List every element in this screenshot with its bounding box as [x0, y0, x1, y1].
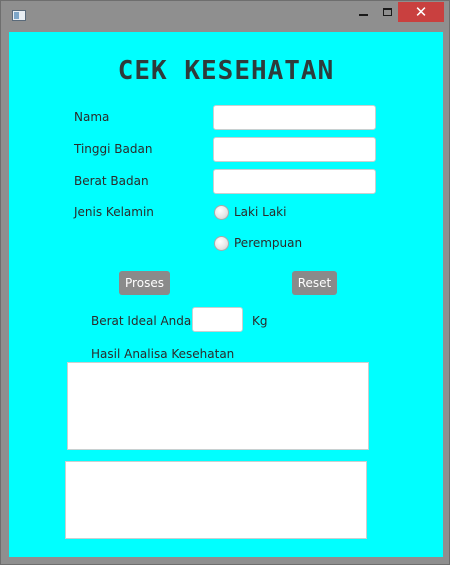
kg-unit-label: Kg: [252, 314, 268, 328]
perempuan-radio[interactable]: [214, 236, 229, 251]
page-title: CEK KESEHATAN: [117, 56, 335, 86]
laki-laki-label[interactable]: Laki Laki: [234, 205, 286, 219]
tinggi-badan-label: Tinggi Badan: [74, 142, 153, 156]
hasil-analisa-label: Hasil Analisa Kesehatan: [91, 347, 235, 361]
minimize-button[interactable]: [349, 2, 377, 22]
title-bar[interactable]: ✕: [1, 1, 449, 31]
maximize-button[interactable]: [377, 2, 397, 22]
secondary-textarea[interactable]: [65, 461, 367, 539]
nama-input[interactable]: [213, 105, 376, 130]
jenis-kelamin-label: Jenis Kelamin: [74, 205, 154, 219]
reset-button[interactable]: Reset: [292, 271, 337, 295]
tinggi-badan-input[interactable]: [213, 137, 376, 162]
app-icon: [12, 10, 26, 21]
minimize-icon: [358, 14, 368, 16]
berat-ideal-field[interactable]: [192, 307, 243, 332]
close-icon: ✕: [414, 3, 428, 21]
laki-laki-radio[interactable]: [214, 205, 229, 220]
hasil-analisa-textarea[interactable]: [67, 362, 369, 450]
proses-button[interactable]: Proses: [119, 271, 170, 295]
berat-badan-label: Berat Badan: [74, 174, 149, 188]
nama-label: Nama: [74, 110, 110, 124]
app-window: ✕ CEK KESEHATAN Nama Tinggi Badan Berat …: [0, 0, 450, 565]
close-button[interactable]: ✕: [398, 2, 444, 22]
perempuan-label[interactable]: Perempuan: [234, 236, 302, 250]
berat-ideal-label: Berat Ideal Anda: [91, 314, 192, 328]
form-panel: CEK KESEHATAN Nama Tinggi Badan Berat Ba…: [9, 32, 443, 557]
berat-badan-input[interactable]: [213, 169, 376, 194]
maximize-icon: [382, 8, 392, 16]
